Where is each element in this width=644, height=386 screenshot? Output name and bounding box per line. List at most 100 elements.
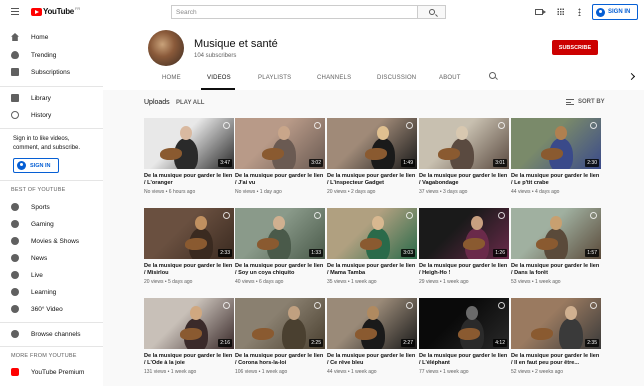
video-card[interactable]: 1:33 De la musique pour garder le lien / … (235, 208, 325, 292)
sidebar-item-library[interactable]: Library (0, 91, 103, 105)
youtube-logo[interactable]: YouTube FR (31, 6, 80, 16)
sidebar-item-360-video[interactable]: 360° Video (0, 302, 103, 316)
sidebar-item-label: Subscriptions (31, 68, 71, 76)
video-thumbnail[interactable]: 4:12 (419, 298, 509, 349)
sidebar-item-news[interactable]: News (0, 251, 103, 265)
video-card[interactable]: 2:16 De la musique pour garder le lien / … (144, 298, 234, 382)
sidebar-item-gaming[interactable]: Gaming (0, 217, 103, 231)
musician-head (190, 306, 202, 320)
sign-in-button[interactable]: SIGN IN (592, 4, 638, 20)
video-title[interactable]: De la musique pour garder le lien / Ce r… (327, 353, 417, 367)
video-title[interactable]: De la musique pour garder le lien / Mama… (327, 263, 417, 277)
sidebar-item-home[interactable]: Home (0, 30, 103, 44)
video-title[interactable]: De la musique pour garder le lien / L'or… (144, 173, 234, 187)
video-title[interactable]: De la musique pour garder le lien / Coro… (235, 353, 325, 367)
video-title[interactable]: De la musique pour garder le lien / J'ai… (235, 173, 325, 187)
video-title[interactable]: De la musique pour garder le lien / Le p… (511, 173, 601, 187)
search-button[interactable] (418, 5, 446, 19)
create-video-icon[interactable] (535, 9, 546, 15)
video-thumbnail[interactable]: 2:33 (144, 208, 234, 259)
video-title[interactable]: De la musique pour garder le lien / Dans… (511, 263, 601, 277)
video-thumbnail[interactable]: 3:47 (144, 118, 234, 169)
video-thumbnail[interactable]: 2:16 (144, 298, 234, 349)
sidebar-item-subscriptions[interactable]: Subscriptions (0, 65, 103, 79)
sports-icon (11, 203, 19, 211)
video-title[interactable]: De la musique pour garder le lien / Soy … (235, 263, 325, 277)
video-title[interactable]: De la musique pour garder le lien / L'él… (419, 353, 509, 367)
video-title[interactable]: De la musique pour garder le lien / L'in… (327, 173, 417, 187)
sidebar-item-label: YouTube Premium (31, 368, 85, 376)
video-thumbnail[interactable]: 1:57 (511, 208, 601, 259)
video-title[interactable]: De la musique pour garder le lien / Il e… (511, 353, 601, 367)
video-thumbnail[interactable]: 1:49 (327, 118, 417, 169)
library-icon (11, 94, 19, 102)
sidebar-item-live[interactable]: Live (0, 268, 103, 282)
video-thumbnail[interactable]: 3:01 (419, 118, 509, 169)
instrument (365, 148, 387, 160)
settings-icon[interactable] (578, 8, 581, 16)
video-title[interactable]: De la musique pour garder le lien / L'Od… (144, 353, 234, 367)
channel-avatar (148, 30, 184, 66)
apps-icon[interactable] (557, 8, 564, 15)
tab-home[interactable]: HOME (162, 75, 181, 81)
video-card[interactable]: 3:03 De la musique pour garder le lien / … (327, 208, 417, 292)
video-card[interactable]: 1:57 De la musique pour garder le lien / … (511, 208, 601, 292)
sidebar-item-movies[interactable]: Movies & Shows (0, 234, 103, 248)
sidebar-item-history[interactable]: History (0, 108, 103, 122)
video-card[interactable]: 3:01 De la musique pour garder le lien / … (419, 118, 509, 202)
video-thumbnail[interactable]: 2:27 (327, 298, 417, 349)
sidebar-item-browse-channels[interactable]: Browse channels (0, 327, 103, 341)
tab-playlists[interactable]: PLAYLISTS (258, 75, 291, 81)
tab-channels[interactable]: CHANNELS (317, 75, 351, 81)
video-thumbnail[interactable]: 3:02 (235, 118, 325, 169)
tab-discussion[interactable]: DISCUSSION (377, 75, 416, 81)
video-thumbnail[interactable]: 1:26 (419, 208, 509, 259)
video-card[interactable]: 2:33 De la musique pour garder le lien / … (144, 208, 234, 292)
video-thumbnail[interactable]: 1:33 (235, 208, 325, 259)
musician-figure (282, 318, 306, 349)
play-all-button[interactable]: PLAY ALL (176, 100, 204, 106)
musician-head (180, 126, 192, 140)
musician-head (466, 306, 478, 320)
search-input[interactable]: Search (171, 5, 418, 19)
video-card[interactable]: 2:30 De la musique pour garder le lien / … (511, 118, 601, 202)
video-card[interactable]: 2:35 De la musique pour garder le lien / … (511, 298, 601, 382)
video-thumbnail[interactable]: 2:35 (511, 298, 601, 349)
video-thumbnail[interactable]: 3:03 (327, 208, 417, 259)
watermark-icon (314, 302, 321, 309)
tab-videos[interactable]: VIDEOS (207, 75, 231, 81)
sort-by-button[interactable]: SORT BY (566, 99, 605, 105)
video-metadata: 53 views • 1 week ago (511, 279, 561, 285)
tab-about[interactable]: ABOUT (439, 75, 461, 81)
video-metadata: 44 views • 4 days ago (511, 189, 560, 195)
video-title[interactable]: De la musique pour garder le lien / Vaga… (419, 173, 509, 187)
video-card[interactable]: 3:47 De la musique pour garder le lien / … (144, 118, 234, 202)
video-metadata: 29 views • 1 week ago (419, 279, 469, 285)
video-card[interactable]: 3:02 De la musique pour garder le lien / … (235, 118, 325, 202)
video-card[interactable]: 4:12 De la musique pour garder le lien / … (419, 298, 509, 382)
video-thumbnail[interactable]: 2:30 (511, 118, 601, 169)
video-title[interactable]: De la musique pour garder le lien / Heig… (419, 263, 509, 277)
musician-head (372, 216, 384, 230)
video-card[interactable]: 2:25 De la musique pour garder le lien / … (235, 298, 325, 382)
instrument (463, 238, 485, 250)
video-metadata: 20 views • 5 days ago (144, 279, 193, 285)
video-card[interactable]: 1:49 De la musique pour garder le lien / … (327, 118, 417, 202)
sidebar-divider (0, 86, 103, 87)
sidebar-sign-in-button[interactable]: SIGN IN (13, 158, 59, 173)
video-title[interactable]: De la musique pour garder le lien / Misi… (144, 263, 234, 277)
sort-by-label: SORT BY (578, 99, 605, 105)
watermark-icon (223, 122, 230, 129)
sidebar-item-learning[interactable]: Learning (0, 285, 103, 299)
menu-icon[interactable] (11, 8, 19, 15)
video-thumbnail[interactable]: 2:25 (235, 298, 325, 349)
video-card[interactable]: 2:27 De la musique pour garder le lien / … (327, 298, 417, 382)
video-card[interactable]: 1:26 De la musique pour garder le lien / … (419, 208, 509, 292)
channel-search-icon[interactable] (489, 72, 496, 79)
subscribe-button[interactable]: SUBSCRIBE (552, 40, 598, 55)
sidebar-item-trending[interactable]: Trending (0, 48, 103, 62)
video-metadata: 37 views • 3 days ago (419, 189, 468, 195)
sidebar-item-youtube-premium[interactable]: YouTube Premium (0, 365, 103, 379)
account-icon (596, 7, 605, 17)
sidebar-item-sports[interactable]: Sports (0, 200, 103, 214)
